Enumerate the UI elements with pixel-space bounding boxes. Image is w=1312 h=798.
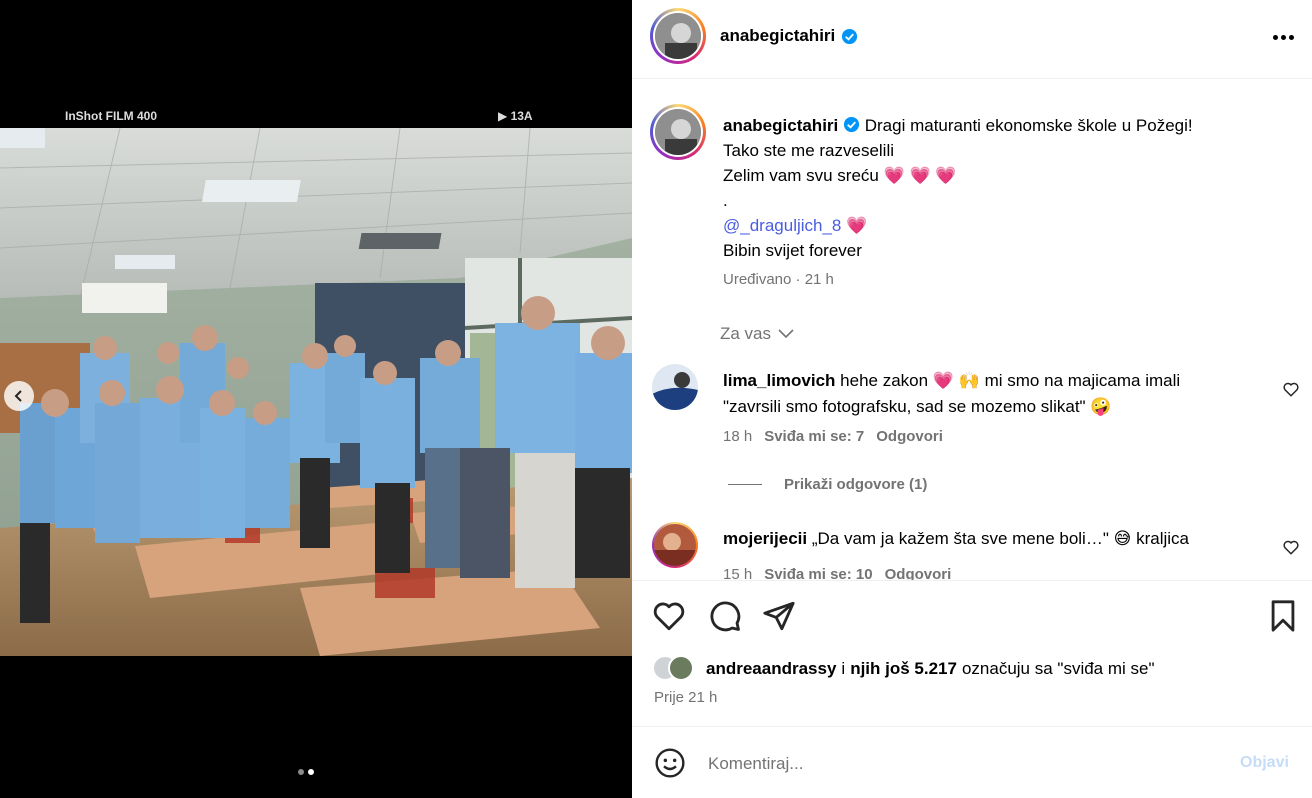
chevron-down-icon bbox=[778, 329, 794, 339]
commenter-username[interactable]: mojerijecii bbox=[723, 529, 807, 548]
verified-badge-icon bbox=[843, 116, 860, 133]
comment-sort-dropdown[interactable]: Za vas bbox=[720, 324, 795, 344]
emoji: 💗 🙌 bbox=[932, 371, 980, 390]
commenter-username[interactable]: lima_limovich bbox=[723, 371, 835, 390]
film-label: InShot FILM 400 bbox=[65, 109, 158, 123]
comments-scroll-area[interactable]: anabegictahiri Dragi maturanti ekonomske… bbox=[632, 80, 1312, 580]
film-counter: ▶ 13A bbox=[498, 109, 533, 123]
reply-button[interactable]: Odgovori bbox=[876, 428, 943, 445]
post-comment-button[interactable]: Objavi bbox=[1240, 754, 1289, 772]
comment-input[interactable] bbox=[708, 749, 1208, 779]
liker-username[interactable]: andreaandrassy bbox=[706, 659, 836, 679]
carousel-indicator bbox=[298, 769, 314, 775]
emoji-smiley-icon[interactable] bbox=[654, 747, 686, 779]
caption-meta: Uređivano · 21 h bbox=[723, 271, 834, 288]
likes-summary: andreaandrassy i njih još 5.217 označuju… bbox=[706, 659, 1155, 679]
more-horizontal-icon bbox=[1272, 34, 1278, 40]
heart-emoji: 💗 bbox=[846, 216, 868, 235]
share-send-icon[interactable] bbox=[762, 599, 796, 633]
add-comment-bar: Objavi bbox=[632, 726, 1312, 798]
instagram-post-view: InShot FILM 400 ▶ 13A anabegictahiri ana… bbox=[0, 0, 1312, 798]
post-time: Prije 21 h bbox=[654, 689, 718, 706]
caption-line: Bibin svijet forever bbox=[723, 241, 862, 260]
sort-label: Za vas bbox=[720, 324, 772, 343]
comment-meta: 15 h Sviđa mi se: 10 Odgovori bbox=[723, 566, 951, 580]
photo-frame: InShot FILM 400 ▶ 13A bbox=[0, 100, 632, 656]
caption-line: . bbox=[723, 191, 728, 210]
save-bookmark-icon[interactable] bbox=[1266, 599, 1300, 633]
chevron-left-icon bbox=[14, 390, 22, 402]
post-caption: anabegictahiri Dragi maturanti ekonomske… bbox=[723, 113, 1283, 263]
carousel-dot bbox=[298, 769, 304, 775]
view-replies-button[interactable]: Prikaži odgovore (1) bbox=[728, 476, 927, 493]
caption-username[interactable]: anabegictahiri bbox=[723, 116, 838, 135]
like-heart-icon[interactable] bbox=[652, 599, 686, 633]
class-photo bbox=[0, 128, 632, 656]
post-media: InShot FILM 400 ▶ 13A bbox=[0, 0, 632, 798]
caption-line: Tako ste me razveselili bbox=[723, 141, 895, 160]
post-actions: andreaandrassy i njih još 5.217 označuju… bbox=[632, 580, 1312, 726]
commenter-avatar[interactable] bbox=[652, 364, 698, 410]
comment-like-icon[interactable] bbox=[1282, 538, 1300, 556]
post-sidebar: anabegictahiri anabegictahiri Dragi matu… bbox=[632, 0, 1312, 798]
author-avatar[interactable] bbox=[650, 8, 706, 64]
comment-text: mojerijecii „Da vam ja kažem šta sve men… bbox=[723, 529, 1189, 548]
liker-avatar[interactable] bbox=[668, 655, 694, 681]
comment-likes-count[interactable]: Sviđa mi se: 7 bbox=[764, 428, 864, 445]
likes-count[interactable]: njih još 5.217 bbox=[850, 659, 957, 679]
comment-text: lima_limovich hehe zakon 💗 🙌 mi smo na m… bbox=[723, 371, 1181, 416]
author-username[interactable]: anabegictahiri bbox=[720, 26, 858, 46]
emoji: 😅 bbox=[1113, 529, 1132, 548]
comment-likes-count[interactable]: Sviđa mi se: 10 bbox=[764, 566, 872, 580]
reply-button[interactable]: Odgovori bbox=[885, 566, 952, 580]
comment-like-icon[interactable] bbox=[1282, 380, 1300, 398]
comment-meta: 18 h Sviđa mi se: 7 Odgovori bbox=[723, 428, 943, 445]
comment-time: 15 h bbox=[723, 566, 753, 580]
carousel-dot-active bbox=[308, 769, 314, 775]
comment-time: 18 h bbox=[723, 428, 753, 445]
emoji: 🤪 bbox=[1090, 397, 1112, 416]
comment-item: mojerijecii „Da vam ja kažem šta sve men… bbox=[652, 522, 1312, 580]
carousel-prev-button[interactable] bbox=[4, 381, 34, 411]
film-overlay: InShot FILM 400 ▶ 13A bbox=[0, 100, 632, 130]
author-avatar-image bbox=[655, 13, 701, 59]
post-header: anabegictahiri bbox=[632, 0, 1312, 79]
caption-line: Dragi maturanti ekonomske škole u Požegi… bbox=[864, 116, 1193, 135]
heart-emoji: 💗 💗 💗 bbox=[883, 166, 957, 185]
caption-avatar[interactable] bbox=[650, 104, 706, 160]
commenter-avatar[interactable] bbox=[652, 522, 698, 568]
mention-link[interactable]: @_draguljich_8 bbox=[723, 216, 841, 235]
comment-bubble-icon[interactable] bbox=[708, 599, 742, 633]
caption-line: Zelim vam svu sreću bbox=[723, 166, 879, 185]
comment-item: lima_limovich hehe zakon 💗 🙌 mi smo na m… bbox=[652, 364, 1312, 454]
verified-badge-icon bbox=[842, 28, 858, 44]
more-options-button[interactable] bbox=[1268, 25, 1298, 49]
